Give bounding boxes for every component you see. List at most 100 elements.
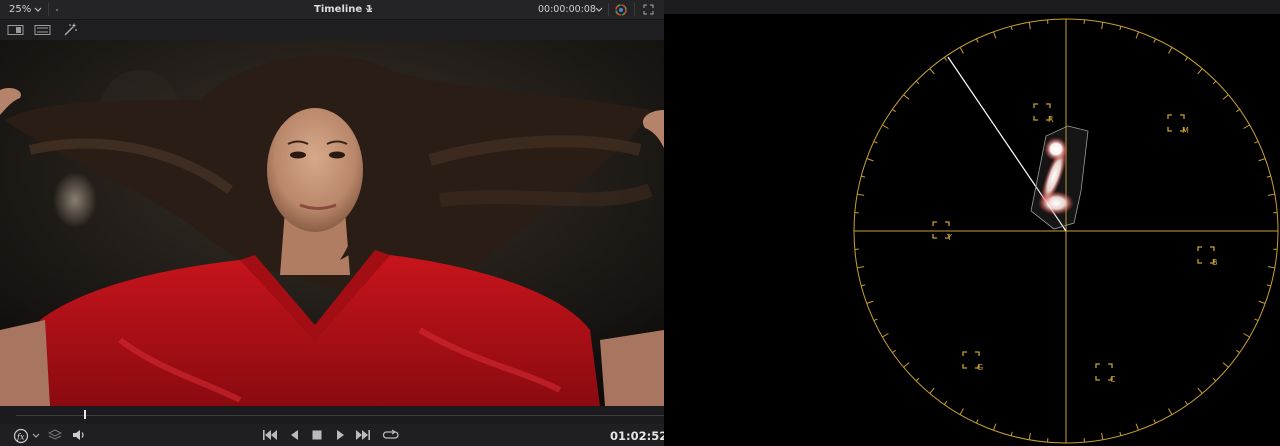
graticule-tick [1135, 423, 1139, 431]
video-frame[interactable] [0, 40, 664, 406]
graticule-tick [873, 318, 878, 322]
graticule-tick [959, 408, 964, 415]
graticule-tick [857, 193, 865, 196]
fx-dropdown-icon[interactable] [31, 431, 41, 441]
play-icon[interactable] [334, 429, 346, 441]
graticule-tick [975, 38, 979, 43]
graticule-tick [892, 349, 896, 354]
graticule-tick [1119, 431, 1122, 436]
viewer-panel: 25% Timeline 1 00:00:00:08 fx 01:02:52:1 [0, 0, 680, 446]
graticule-tick [1101, 22, 1104, 30]
graticule-tick [866, 158, 874, 162]
graticule-tick [1119, 26, 1122, 31]
graticule-tick [892, 108, 896, 113]
graticule-tick [1258, 300, 1266, 304]
scrubber-track[interactable] [16, 415, 664, 416]
graticule-tick [1028, 22, 1031, 30]
layers-icon[interactable] [48, 428, 62, 442]
trace-red-core [1050, 143, 1062, 155]
graticule-tick [1197, 387, 1203, 394]
graticule-tick [1135, 31, 1139, 39]
svg-text:fx: fx [16, 433, 25, 442]
graticule-tick [929, 387, 935, 394]
graticule-tick [959, 47, 964, 54]
magic-wand-icon[interactable] [62, 22, 78, 38]
graticule-tick [943, 401, 948, 405]
graticule-tick [1184, 57, 1189, 61]
single-view-icon[interactable] [7, 24, 25, 36]
graticule-tick [1254, 318, 1259, 322]
source-timecode[interactable]: 00:00:00:08 [538, 4, 596, 16]
graticule-tick [915, 80, 920, 85]
video-image [0, 40, 664, 406]
graticule-tick [882, 124, 889, 129]
graticule-tick [1266, 175, 1271, 178]
target-label-y: Y [946, 233, 952, 242]
vectorscope-panel: R M Y B G C [664, 0, 1280, 446]
color-wheel-icon[interactable] [614, 3, 628, 17]
viewer-tools [0, 20, 664, 40]
split-view-icon[interactable] [34, 24, 52, 36]
graticule-tick [1197, 68, 1203, 75]
graticule-tick [1010, 26, 1013, 31]
graticule-tick [993, 31, 997, 39]
timeline-dropdown-icon[interactable] [364, 5, 374, 15]
graticule-tick [943, 57, 948, 61]
graticule-tick [1254, 140, 1259, 144]
target-label-b: B [1212, 258, 1218, 267]
graticule-tick [1222, 362, 1229, 368]
graticule-tick [1028, 432, 1031, 440]
target-label-c: C [1110, 375, 1116, 384]
dot-icon [55, 8, 59, 12]
stop-icon[interactable] [311, 429, 323, 441]
target-label-r: R [1048, 115, 1054, 124]
fullscreen-icon[interactable] [643, 4, 654, 15]
play-reverse-icon[interactable] [289, 429, 301, 441]
scrubber-bar[interactable] [0, 406, 664, 424]
fx-icon[interactable]: fx [13, 428, 29, 444]
graticule-tick [861, 284, 866, 287]
graticule-tick [857, 266, 865, 269]
graticule-tick [873, 140, 878, 144]
target-label-g: G [977, 363, 983, 372]
vectorscope: R M Y B G C [853, 18, 1279, 444]
graticule-tick [1243, 124, 1250, 129]
graticule-tick [929, 68, 935, 75]
graticule-tick [915, 377, 920, 382]
graticule-tick [1236, 349, 1240, 354]
graticule-tick [1212, 80, 1217, 85]
graticule-tick [1153, 38, 1157, 43]
graticule-tick [1168, 408, 1173, 415]
graticule-tick [1101, 432, 1104, 440]
graticule-tick [882, 333, 889, 338]
playhead[interactable] [84, 410, 87, 419]
graticule-tick [1212, 377, 1217, 382]
graticule-tick [903, 94, 910, 100]
chevron-down-icon[interactable] [33, 5, 43, 15]
graticule-tick [1266, 284, 1271, 287]
zoom-level[interactable]: 25% [9, 4, 31, 16]
graticule-tick [993, 423, 997, 431]
skip-to-start-icon[interactable] [262, 429, 278, 441]
skip-to-end-icon[interactable] [355, 429, 371, 441]
graticule-tick [1010, 431, 1013, 436]
graticule-tick [903, 362, 910, 368]
graticule-tick [1267, 193, 1275, 196]
viewer-header: 25% Timeline 1 00:00:00:08 [0, 0, 664, 20]
graticule-tick [975, 419, 979, 424]
loop-icon[interactable] [382, 428, 400, 442]
graticule-tick [1168, 47, 1173, 54]
graticule-tick [866, 300, 874, 304]
graticule-tick [1153, 419, 1157, 424]
speaker-icon[interactable] [71, 428, 87, 442]
graticule-tick [861, 175, 866, 178]
graticule-tick [1267, 266, 1275, 269]
graticule-tick [1236, 108, 1240, 113]
graticule-tick [1258, 158, 1266, 162]
graticule-tick [1184, 401, 1189, 405]
graticule-tick [1222, 94, 1229, 100]
transport-controls: fx [0, 424, 664, 446]
graticule-tick [1243, 333, 1250, 338]
timecode-dropdown-icon[interactable] [594, 5, 604, 15]
target-label-m: M [1182, 126, 1189, 135]
